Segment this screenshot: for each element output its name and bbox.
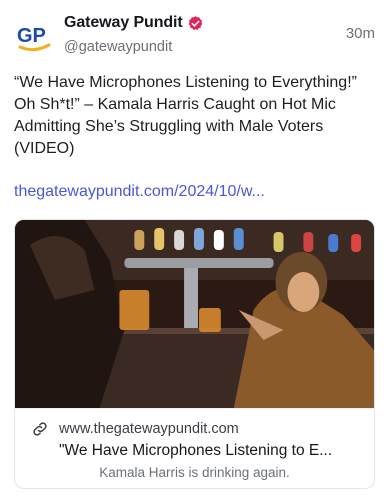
link-preview-image[interactable] xyxy=(15,220,374,408)
social-post: GP Gateway Pundit @gatewaypundit 30m “We… xyxy=(0,0,389,500)
link-preview-domain: www.thegatewaypundit.com xyxy=(59,421,239,437)
post-timestamp[interactable]: 30m xyxy=(346,25,375,42)
author-name-row: Gateway Pundit xyxy=(64,12,375,34)
svg-text:GP: GP xyxy=(17,25,46,47)
author-handle[interactable]: @gatewaypundit xyxy=(64,39,375,55)
post-link[interactable]: thegatewaypundit.com/2024/10/w... xyxy=(14,181,376,203)
link-preview-body[interactable]: www.thegatewaypundit.com "We Have Microp… xyxy=(15,408,374,488)
author-display-name[interactable]: Gateway Pundit xyxy=(64,14,183,32)
link-preview-card[interactable]: www.thegatewaypundit.com "We Have Microp… xyxy=(14,219,375,489)
link-preview-domain-row: www.thegatewaypundit.com xyxy=(31,420,239,438)
verified-badge-icon xyxy=(187,15,204,32)
link-preview-title: "We Have Microphones Listening to E... xyxy=(59,442,333,459)
post-header: Gateway Pundit @gatewaypundit 30m xyxy=(64,12,375,58)
gateway-pundit-logo-icon: GP xyxy=(17,25,51,52)
link-preview-description: Kamala Harris is drinking again. xyxy=(99,465,290,480)
link-icon xyxy=(31,420,49,438)
author-avatar[interactable]: GP xyxy=(14,16,54,56)
post-text: “We Have Microphones Listening to Everyt… xyxy=(14,74,357,157)
